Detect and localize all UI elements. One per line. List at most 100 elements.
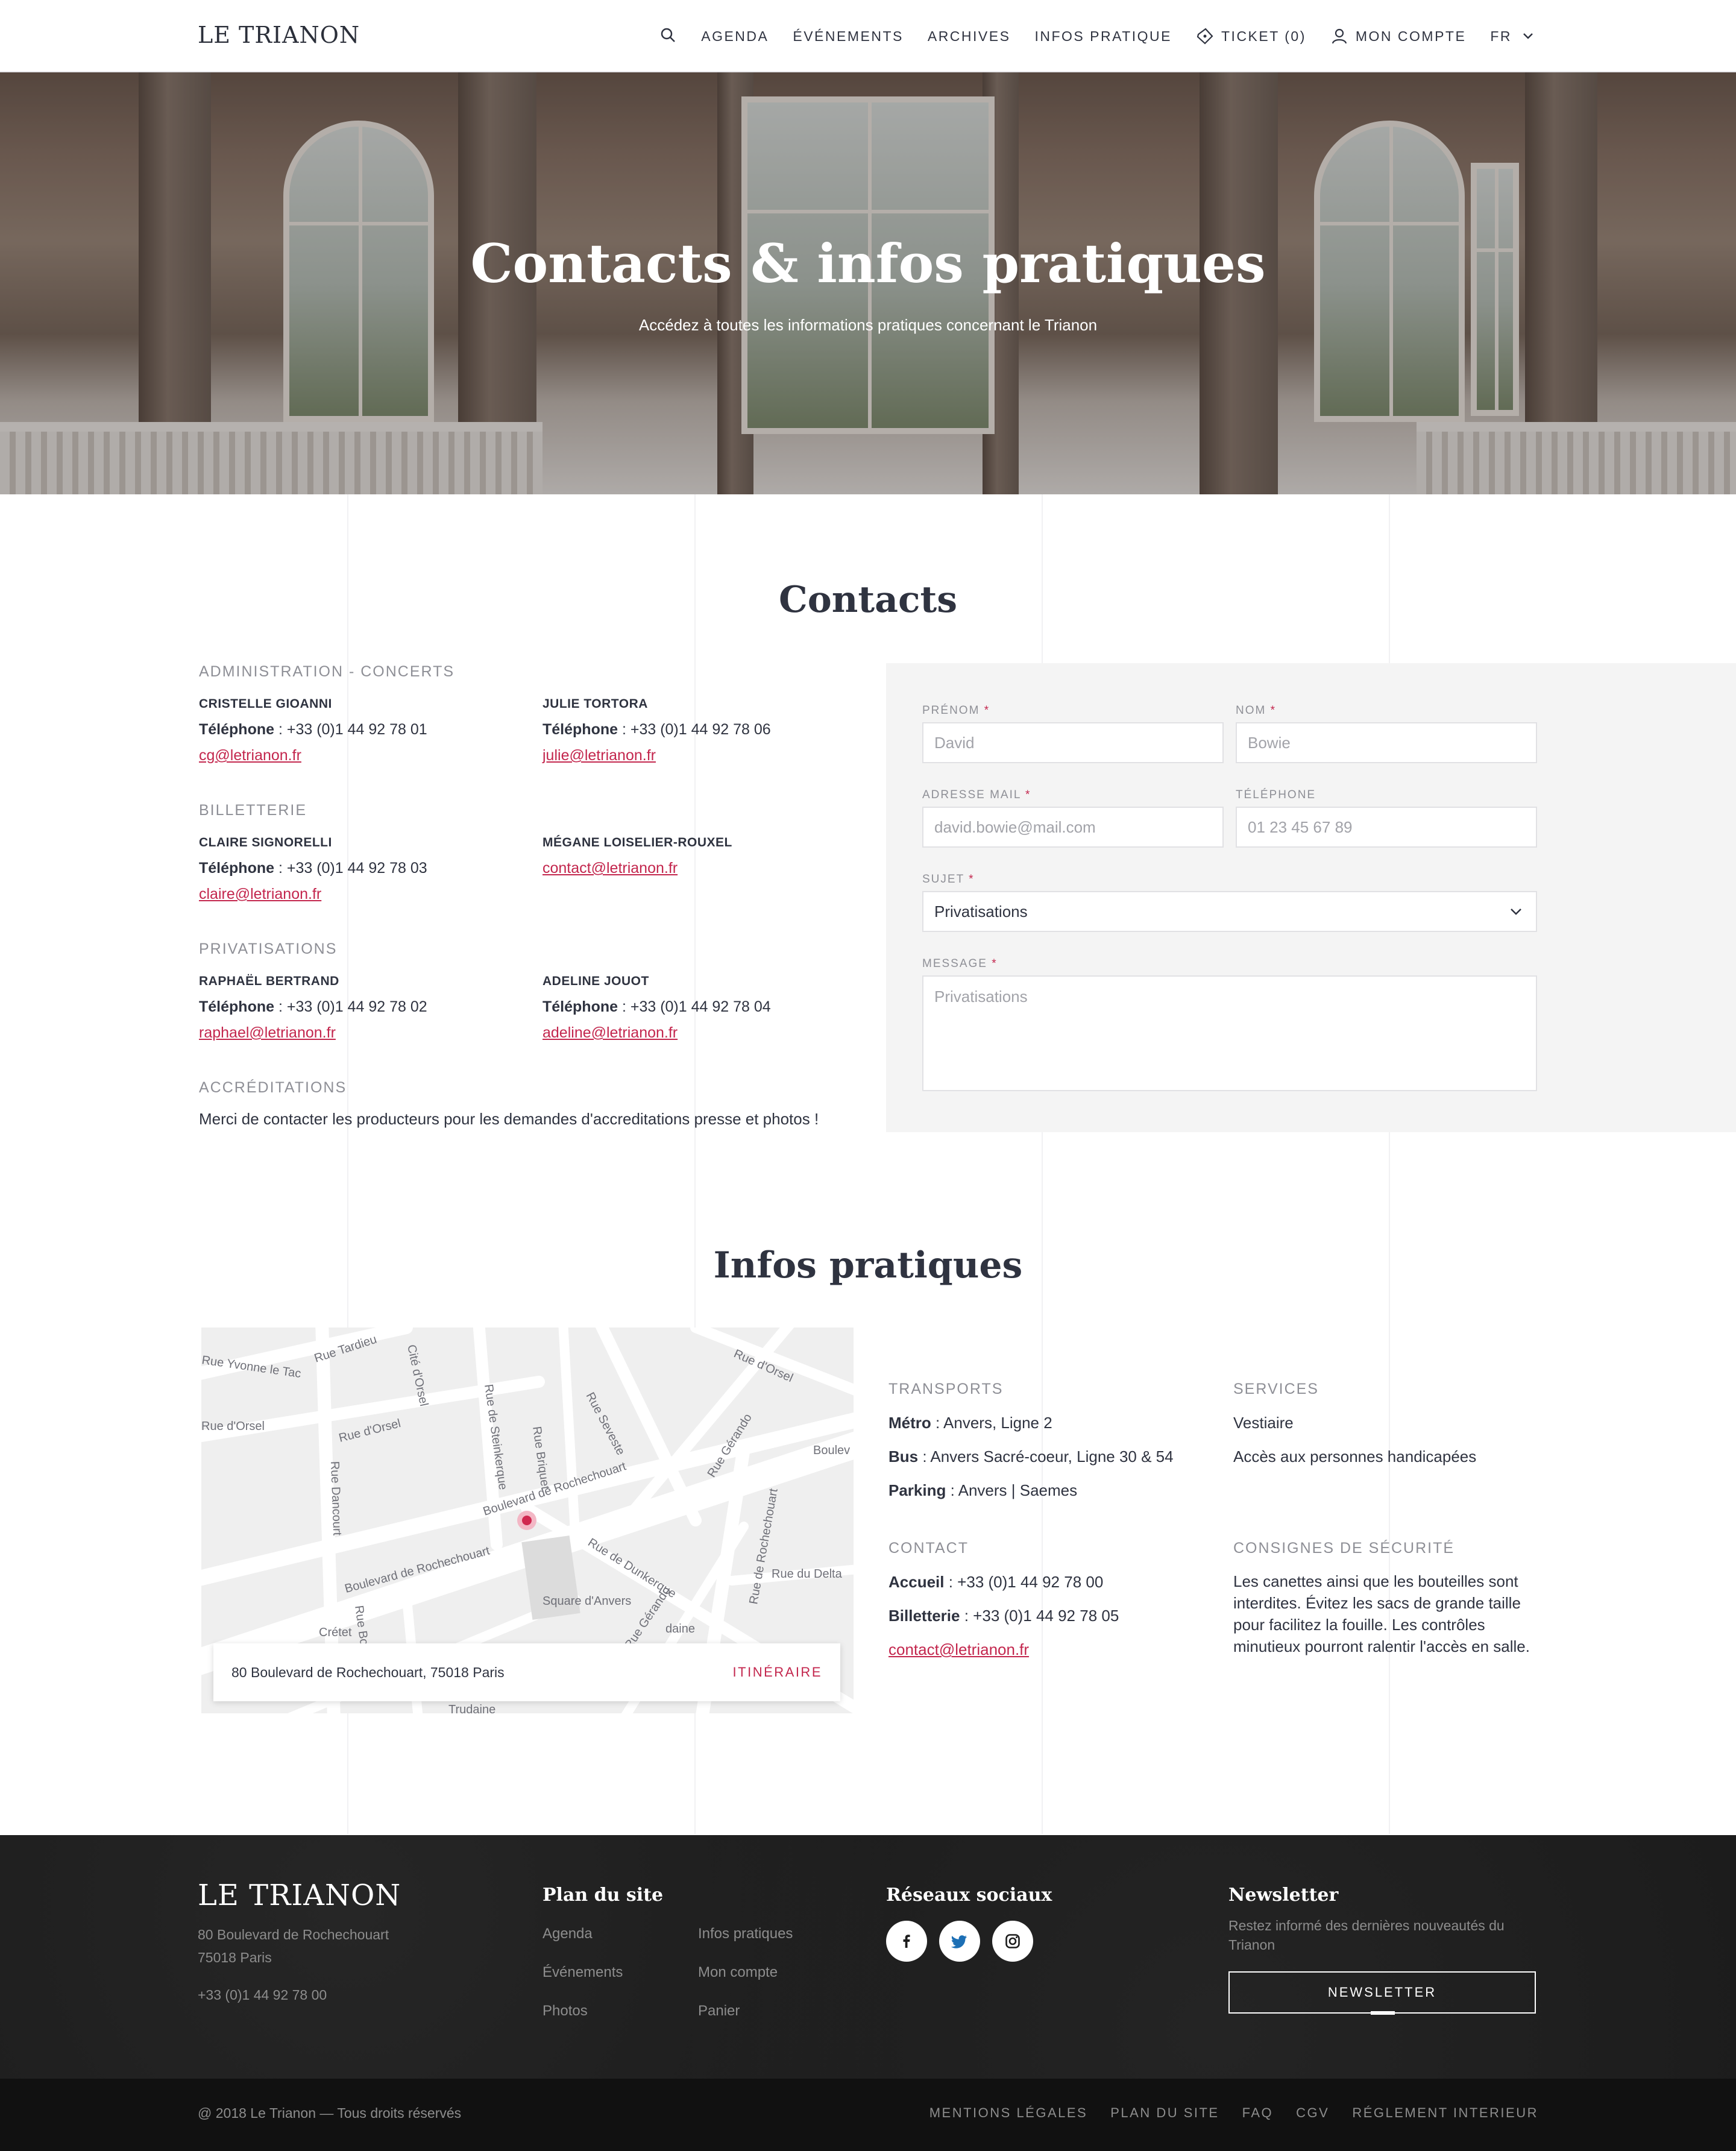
person-email-link[interactable]: julie@letrianon.fr [542, 747, 868, 764]
map-street-label: Rue d'Orsel [338, 1417, 402, 1445]
metro-info: Métro : Anvers, Ligne 2 [888, 1414, 1052, 1432]
person-name: MÉGANE LOISELIER-ROUXEL [542, 836, 732, 849]
legal-links: MENTIONS LÉGALES PLAN DU SITE FAQ CGV RÉ… [929, 2105, 1538, 2121]
chevron-down-icon [1511, 909, 1521, 915]
map-address-card: 80 Boulevard de Rochechouart, 75018 Pari… [213, 1643, 840, 1701]
nav-agenda[interactable]: AGENDA [701, 28, 769, 45]
link-cgv[interactable]: CGV [1296, 2105, 1329, 2121]
service-item: Vestiaire [1233, 1414, 1294, 1432]
person-phone: Téléphone : +33 (0)1 44 92 78 01 [199, 721, 427, 738]
link-reglement-interieur[interactable]: RÉGLEMENT INTERIEUR [1352, 2105, 1538, 2121]
contact-person: MÉGANE LOISELIER-ROUXEL contact@letriano… [542, 836, 868, 877]
contact-person: ADELINE JOUOT Téléphone : +33 (0)1 44 92… [542, 974, 868, 1042]
site-logo[interactable]: LE TRIANON [198, 22, 360, 48]
sujet-label: SUJET * [922, 873, 975, 886]
person-phone: Téléphone : +33 (0)1 44 92 78 04 [542, 998, 771, 1015]
copyright: @ 2018 Le Trianon — Tous droits réservés [198, 2105, 462, 2121]
map-street-label: Rue Seveste [583, 1390, 627, 1457]
person-phone: Téléphone : +33 (0)1 44 92 78 06 [542, 721, 771, 738]
bus-info: Bus : Anvers Sacré-coeur, Ligne 30 & 54 [888, 1447, 1174, 1466]
person-name: ADELINE JOUOT [542, 974, 649, 988]
contact-email-link[interactable]: contact@letrianon.fr [888, 1640, 1029, 1658]
newsletter-button-underline [1371, 2011, 1395, 2015]
search-icon[interactable] [659, 26, 677, 47]
sujet-select[interactable]: Privatisations [922, 891, 1537, 932]
contacts-list: ADMINISTRATION - CONCERTS CRISTELLE GIOA… [199, 663, 862, 1129]
language-select[interactable]: FR [1490, 27, 1537, 45]
telephone-input[interactable]: 01 23 45 67 89 [1236, 807, 1537, 848]
services-block: SERVICES Vestiaire Accès aux personnes h… [1233, 1381, 1547, 1479]
footer-link-photos[interactable]: Photos [542, 2003, 588, 2020]
footer-link-evenements[interactable]: Événements [542, 1964, 623, 1981]
footer-link-agenda[interactable]: Agenda [542, 1926, 593, 1942]
person-phone: Téléphone : +33 (0)1 44 92 78 03 [199, 860, 427, 877]
accreditations-text: Merci de contacter les producteurs pour … [199, 1110, 819, 1128]
group-title: ADMINISTRATION - CONCERTS [199, 663, 455, 680]
footer-bottom-bar: @ 2018 Le Trianon — Tous droits réservés… [0, 2079, 1736, 2151]
nom-input[interactable]: Bowie [1236, 722, 1537, 763]
prenom-label: PRÉNOM * [922, 704, 990, 717]
hero-banner: Contacts & infos pratiques Accédez à tou… [0, 72, 1736, 494]
itinerary-link[interactable]: ITINÉRAIRE [733, 1664, 822, 1680]
footer-link-panier[interactable]: Panier [698, 2003, 740, 2020]
person-name: JULIE TORTORA [542, 697, 648, 711]
twitter-icon[interactable] [939, 1921, 980, 1962]
footer-link-infos[interactable]: Infos pratiques [698, 1926, 793, 1942]
contact-person: RAPHAËL BERTRAND Téléphone : +33 (0)1 44… [199, 974, 524, 1042]
link-plan-du-site[interactable]: PLAN DU SITE [1110, 2105, 1219, 2121]
facebook-icon[interactable] [886, 1921, 927, 1962]
person-email-link[interactable]: claire@letrianon.fr [199, 886, 524, 903]
contact-info-block: CONTACT Accueil : +33 (0)1 44 92 78 00 B… [888, 1540, 1214, 1672]
map-street-label: Rue de Rochechouart [747, 1487, 781, 1605]
nav-ticket[interactable]: TICKET (0) [1196, 27, 1306, 45]
transports-block: TRANSPORTS Métro : Anvers, Ligne 2 Bus :… [888, 1381, 1214, 1513]
person-name: CLAIRE SIGNORELLI [199, 836, 332, 849]
person-email-link[interactable]: raphael@letrianon.fr [199, 1024, 524, 1042]
contact-group: BILLETTERIE CLAIRE SIGNORELLI Téléphone … [199, 802, 862, 940]
map-street-label: Rue Briquet [530, 1426, 552, 1491]
securite-text: Les canettes ainsi que les bouteilles so… [1233, 1572, 1530, 1655]
footer-logo[interactable]: LE TRIANON [198, 1879, 401, 1912]
nav-mon-compte[interactable]: MON COMPTE [1330, 27, 1466, 45]
mon-compte-label: MON COMPTE [1355, 28, 1467, 44]
newsletter-button[interactable]: NEWSLETTER [1228, 1971, 1536, 2014]
newsletter-title: Newsletter [1228, 1885, 1339, 1906]
link-mentions-legales[interactable]: MENTIONS LÉGALES [929, 2105, 1088, 2121]
contact-form: PRÉNOM * David NOM * Bowie ADRESSE MAIL … [886, 663, 1736, 1132]
map-street-label: Boulev [813, 1444, 850, 1457]
nav-archives[interactable]: ARCHIVES [928, 28, 1011, 45]
securite-block: CONSIGNES DE SÉCURITÉ Les canettes ainsi… [1233, 1540, 1553, 1668]
map-street-label: Rue Dancourt [328, 1461, 344, 1536]
ticket-icon [1197, 28, 1213, 45]
nav-infos-pratique[interactable]: INFOS PRATIQUE [1034, 28, 1172, 45]
location-map[interactable]: Rue Yvonne le Tac Rue Tardieu Cité d'Ors… [201, 1327, 854, 1713]
footer-address: 80 Boulevard de Rochechouart 75018 Paris [198, 1927, 389, 1965]
footer-link-compte[interactable]: Mon compte [698, 1964, 778, 1981]
contact-group: PRIVATISATIONS RAPHAËL BERTRAND Téléphon… [199, 940, 862, 1079]
person-email-link[interactable]: adeline@letrianon.fr [542, 1024, 868, 1042]
map-street-label: Rue du Delta [772, 1567, 843, 1581]
message-textarea[interactable]: Privatisations [922, 975, 1537, 1091]
link-faq[interactable]: FAQ [1242, 2105, 1274, 2121]
instagram-icon[interactable] [992, 1921, 1033, 1962]
person-email-link[interactable]: cg@letrianon.fr [199, 747, 524, 764]
accreditations-block: ACCRÉDITATIONS Merci de contacter les pr… [199, 1079, 862, 1129]
contact-info-title: CONTACT [888, 1540, 969, 1557]
person-name: CRISTELLE GIOANNI [199, 697, 332, 711]
prenom-input[interactable]: David [922, 722, 1224, 763]
site-header: LE TRIANON AGENDA ÉVÉNEMENTS ARCHIVES IN… [0, 0, 1736, 72]
contact-group: ADMINISTRATION - CONCERTS CRISTELLE GIOA… [199, 663, 862, 802]
nav-evenements[interactable]: ÉVÉNEMENTS [793, 28, 903, 45]
person-email-link[interactable]: contact@letrianon.fr [542, 860, 868, 877]
services-title: SERVICES [1233, 1381, 1319, 1397]
newsletter-text: Restez informé des dernières nouveautés … [1228, 1918, 1505, 1953]
map-street-label: Square d'Anvers [542, 1595, 631, 1608]
site-footer: LE TRIANON 80 Boulevard de Rochechouart … [0, 1835, 1736, 2079]
group-title: PRIVATISATIONS [199, 940, 338, 957]
contact-person: CRISTELLE GIOANNI Téléphone : +33 (0)1 4… [199, 697, 524, 764]
map-street-label: Rue d'Orsel [201, 1420, 265, 1433]
transports-title: TRANSPORTS [888, 1381, 1004, 1397]
infos-title: Infos pratiques [713, 1244, 1023, 1287]
email-input[interactable]: david.bowie@mail.com [922, 807, 1224, 848]
map-street-label: daine [665, 1622, 695, 1636]
